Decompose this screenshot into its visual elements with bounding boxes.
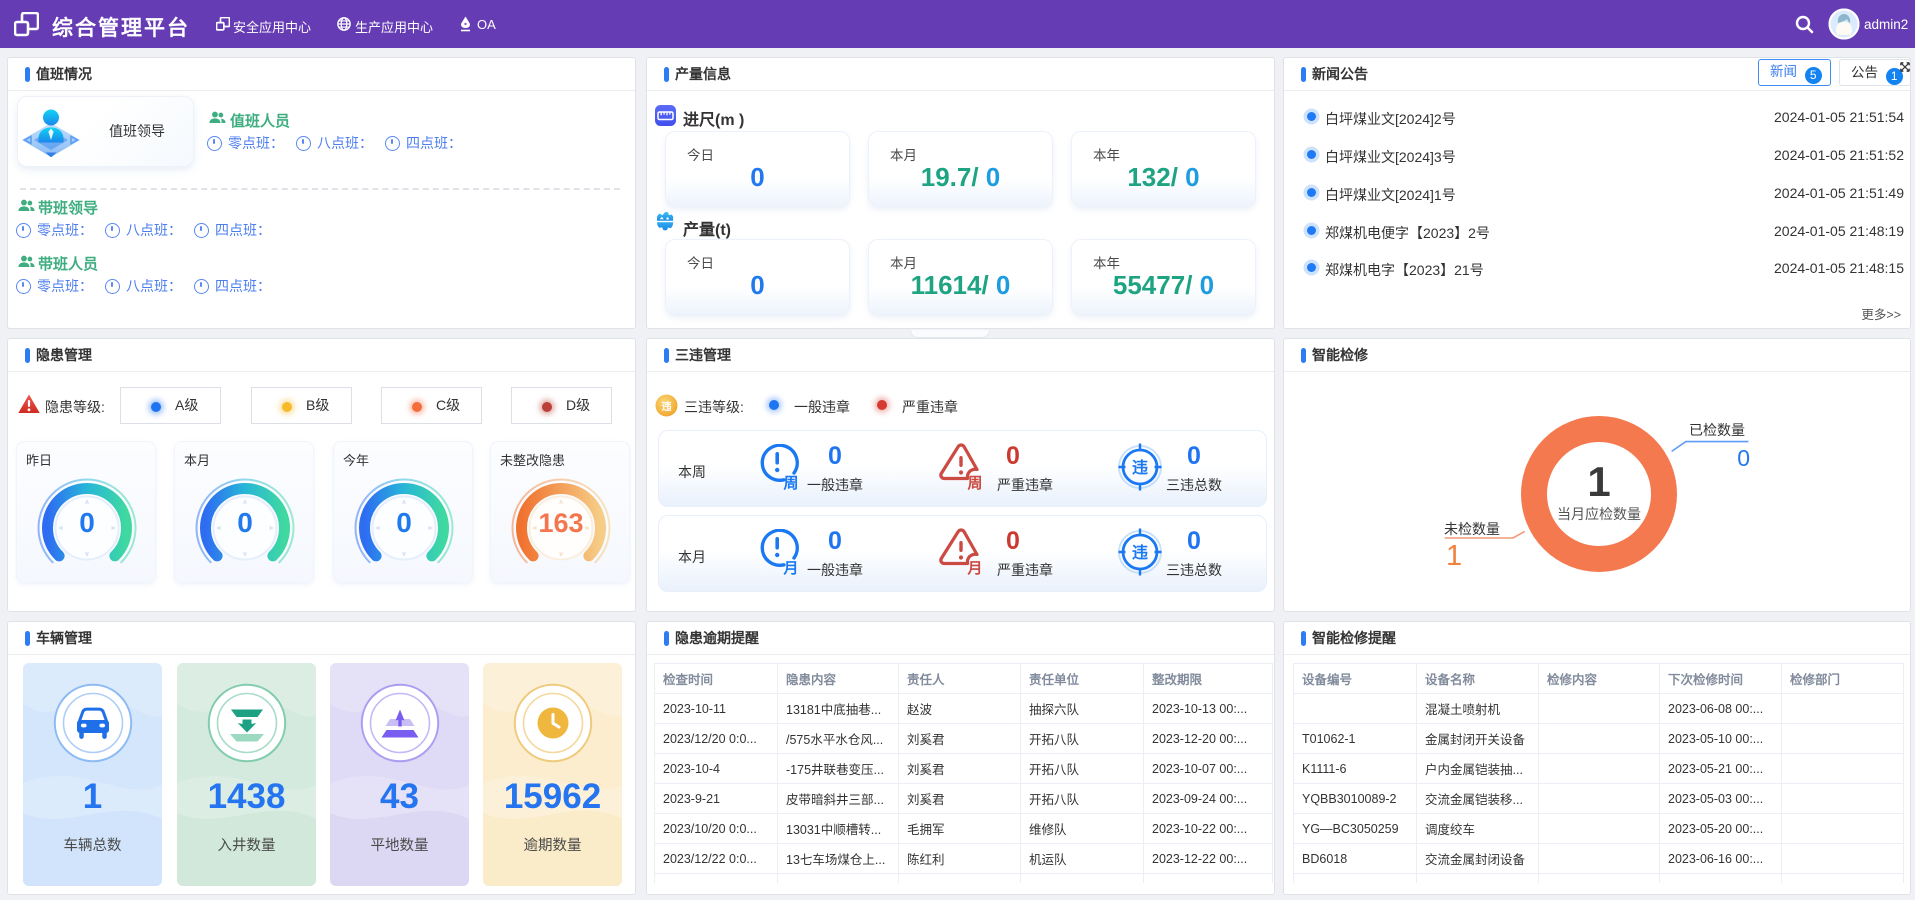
svg-text:违: 违 xyxy=(662,400,672,413)
svg-text:0: 0 xyxy=(396,507,412,538)
svg-text:0: 0 xyxy=(237,507,253,538)
svg-text:0: 0 xyxy=(79,507,95,538)
svg-text:周: 周 xyxy=(967,475,982,492)
svg-text:周: 周 xyxy=(783,475,798,492)
svg-text:月: 月 xyxy=(966,560,982,577)
svg-text:违: 违 xyxy=(1132,459,1148,477)
svg-text:163: 163 xyxy=(538,508,583,538)
svg-text:月: 月 xyxy=(782,560,798,577)
svg-text:违: 违 xyxy=(1132,544,1148,562)
